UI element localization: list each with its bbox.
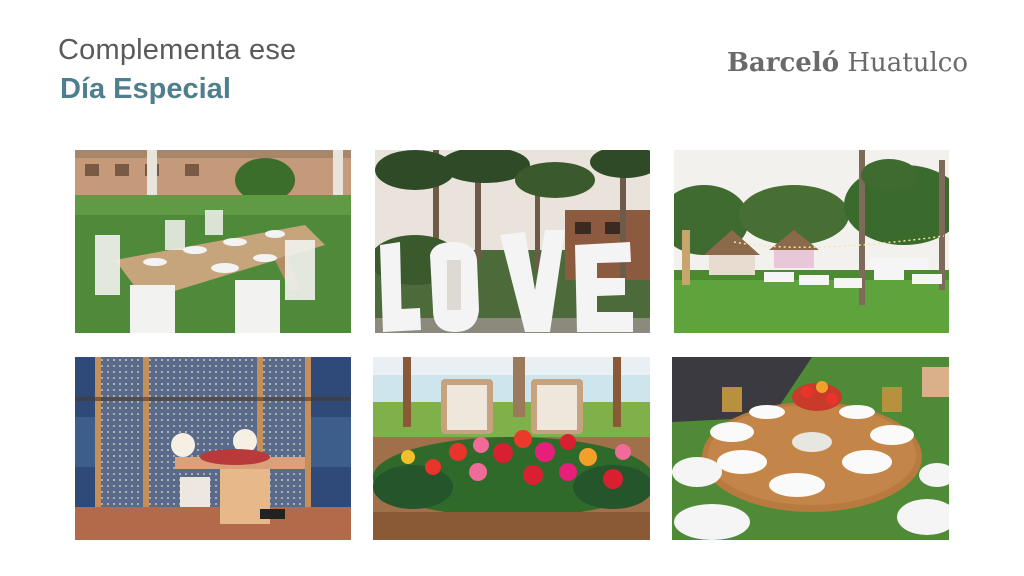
photo-lights-curtain [75,357,351,540]
photo-long-table [75,150,351,333]
page-title-line1: Complementa ese [58,34,297,66]
brand-logo: Barceló Huatulco [727,48,968,78]
photo-floral-centerpiece [373,357,650,540]
photo-garden-reception [674,150,949,333]
brand-name-bold: Barceló [726,48,840,78]
brand-name-regular: Huatulco [847,48,968,78]
page-title-line2: Día Especial [60,73,231,105]
photo-round-table [672,357,949,540]
photo-love-letters [375,150,650,333]
